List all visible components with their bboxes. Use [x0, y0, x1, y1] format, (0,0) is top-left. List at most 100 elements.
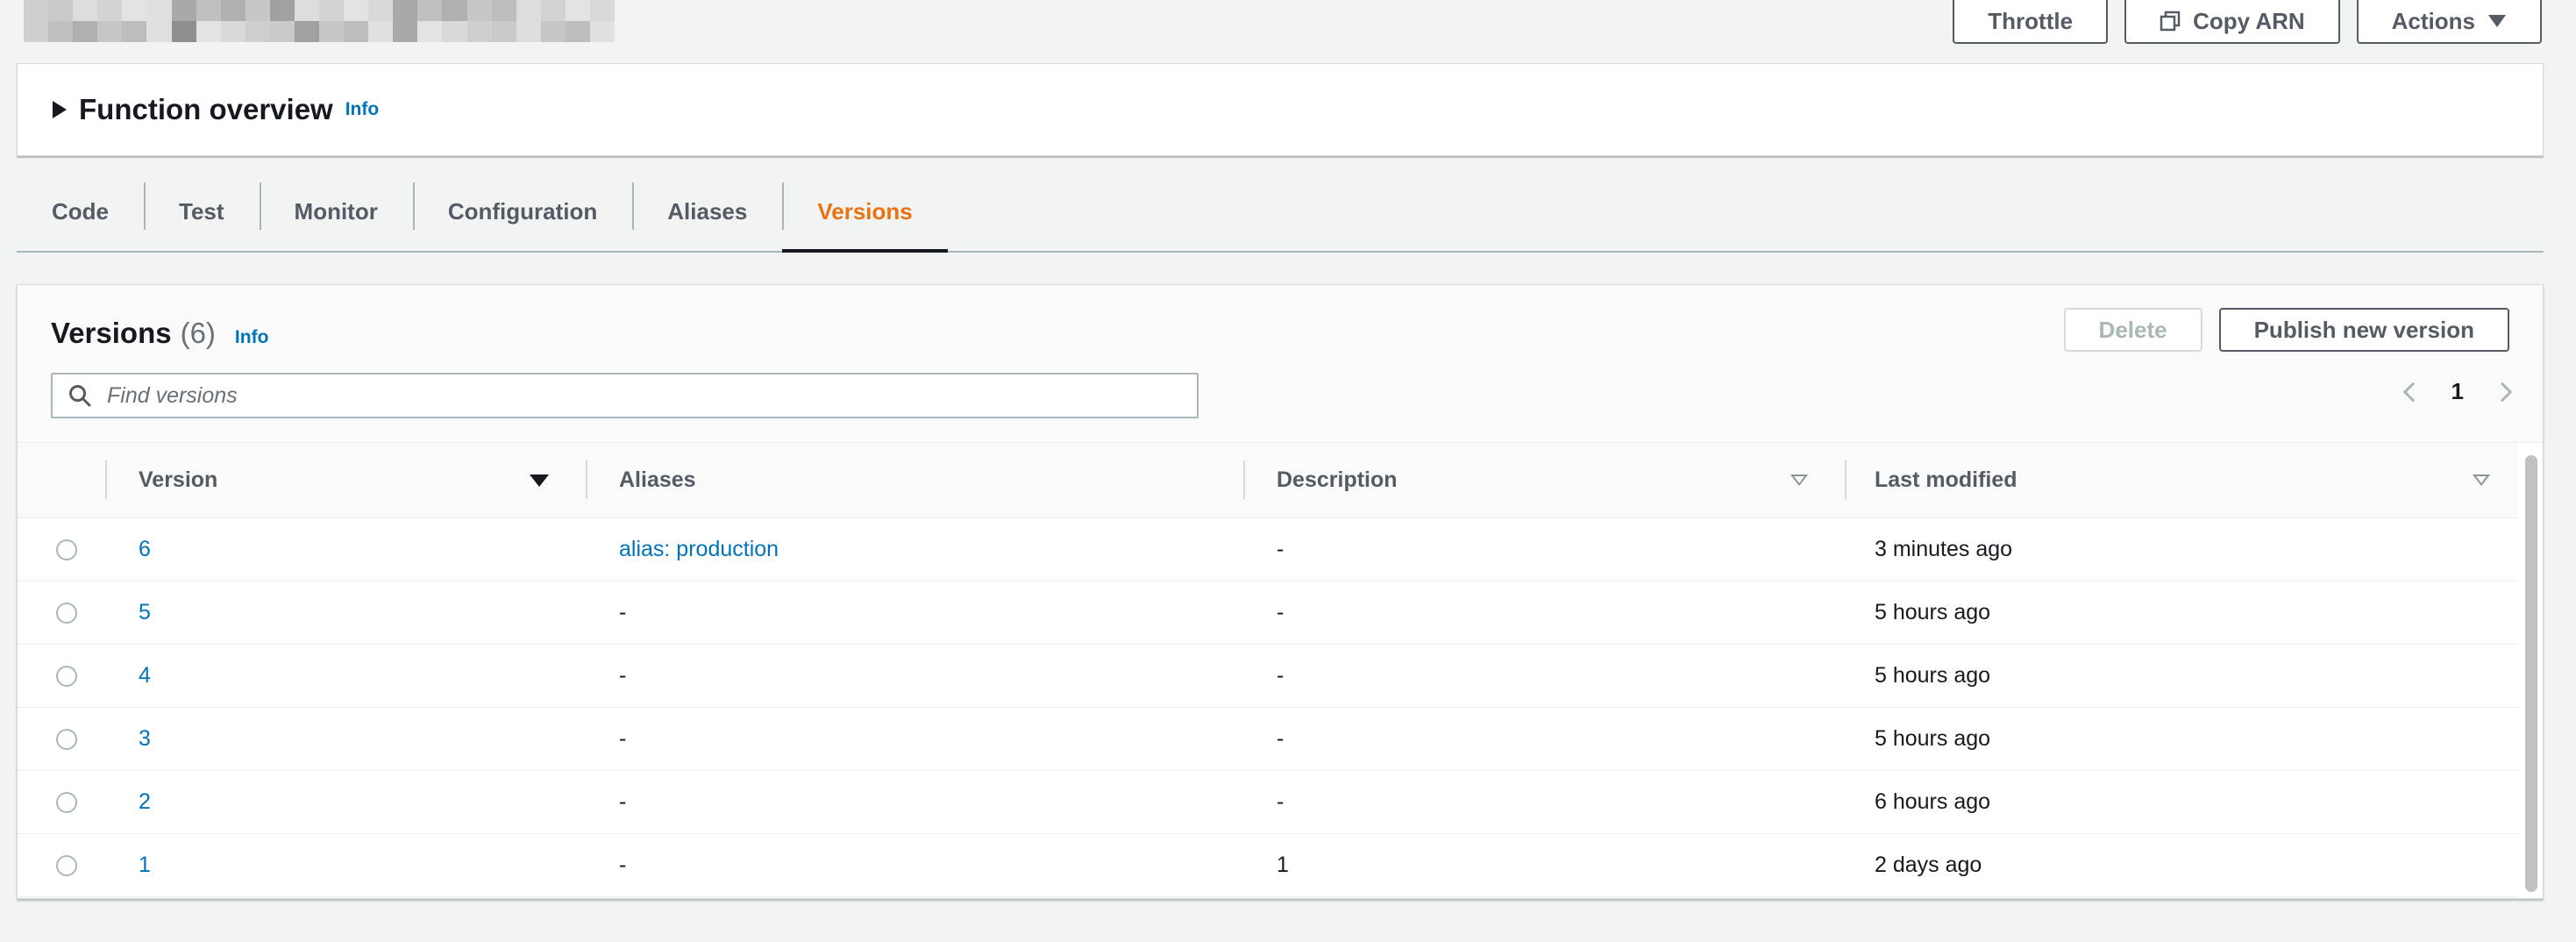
versions-title: Versions [51, 317, 172, 349]
redacted-pixel [245, 0, 270, 21]
previous-page-icon[interactable] [2402, 382, 2423, 402]
copy-arn-button-label: Copy ARN [2193, 7, 2305, 34]
description-value: - [1277, 537, 1284, 561]
last-modified-cell: 2 days ago [1845, 834, 2518, 896]
row-select-radio[interactable] [56, 728, 77, 750]
versions-panel-header: Versions (6) Info Delete Publish new ver… [18, 285, 2543, 443]
versions-info-link[interactable]: Info [235, 327, 268, 348]
scrollbar-thumb[interactable] [2525, 455, 2537, 892]
current-page-number[interactable]: 1 [2451, 378, 2464, 405]
aliases-value: - [619, 726, 627, 751]
copy-arn-button[interactable]: Copy ARN [2124, 0, 2340, 44]
redacted-pixel [466, 0, 492, 21]
row-select-cell [18, 645, 105, 707]
description-cell: - [1243, 582, 1845, 644]
redacted-pixel [368, 21, 394, 42]
version-link[interactable]: 6 [139, 537, 151, 562]
function-overview-panel[interactable]: Function overview Info [17, 63, 2544, 156]
aliases-value: - [619, 789, 627, 814]
redacted-pixel [344, 0, 369, 21]
last-modified-value: 5 hours ago [1875, 600, 1991, 624]
table-row: 1 - 1 2 days ago [18, 834, 2518, 897]
redacted-pixel [565, 0, 590, 21]
caret-down-icon [2488, 15, 2506, 27]
table-scrollbar[interactable] [2522, 448, 2541, 896]
redacted-pixel [417, 21, 443, 42]
table-header: Version Aliases Description Last modifie… [18, 443, 2518, 518]
throttle-button[interactable]: Throttle [1953, 0, 2109, 44]
redacted-pixel [319, 0, 345, 21]
redacted-pixel [269, 0, 295, 21]
aliases-cell: alias: production [586, 518, 1243, 581]
tab-code[interactable]: Code [17, 172, 144, 251]
last-modified-column-header[interactable]: Last modified [1845, 443, 2518, 517]
description-cell: - [1243, 645, 1845, 707]
last-modified-value: 5 hours ago [1875, 726, 1991, 751]
version-cell: 5 [105, 582, 586, 644]
alias-link[interactable]: alias: production [619, 537, 779, 562]
description-column-header[interactable]: Description [1243, 443, 1845, 517]
next-page-icon[interactable] [2492, 382, 2513, 402]
redacted-pixel [245, 21, 270, 42]
tab-monitor[interactable]: Monitor [259, 172, 413, 251]
redacted-pixel [368, 0, 394, 21]
function-actions-bar: Throttle Copy ARN Actions [1953, 0, 2542, 44]
redacted-pixel [491, 0, 516, 21]
description-value: - [1277, 663, 1284, 688]
delete-button[interactable]: Delete [2063, 308, 2202, 352]
version-column-header[interactable]: Version [105, 443, 586, 517]
table-row: 6 alias: production - 3 minutes ago [18, 518, 2518, 582]
description-cell: - [1243, 708, 1845, 770]
redacted-pixel [442, 0, 467, 21]
version-link[interactable]: 4 [139, 663, 151, 689]
select-column-header [18, 443, 105, 517]
version-cell: 6 [105, 518, 586, 581]
last-modified-value: 5 hours ago [1875, 663, 1991, 688]
row-select-cell [18, 708, 105, 770]
version-link[interactable]: 2 [139, 789, 151, 815]
last-modified-cell: 3 minutes ago [1845, 518, 2518, 581]
row-select-radio[interactable] [56, 791, 77, 813]
row-select-radio[interactable] [56, 854, 77, 876]
last-modified-cell: 5 hours ago [1845, 582, 2518, 644]
version-link[interactable]: 3 [139, 726, 151, 752]
table-row: 4 - - 5 hours ago [18, 645, 2518, 708]
search-input[interactable] [107, 375, 1197, 417]
redacted-pixel [491, 21, 516, 42]
tab-test[interactable]: Test [144, 172, 260, 251]
redacted-pixel [122, 0, 147, 21]
last-modified-value: 3 minutes ago [1875, 537, 2013, 561]
publish-button-label: Publish new version [2253, 316, 2474, 343]
redacted-pixel [122, 21, 147, 42]
version-link[interactable]: 1 [139, 853, 151, 878]
tab-aliases[interactable]: Aliases [632, 172, 782, 251]
description-header-label: Description [1277, 467, 1398, 492]
redacted-pixel [393, 0, 418, 21]
row-select-radio[interactable] [56, 665, 77, 687]
sort-icon[interactable] [1790, 475, 1808, 486]
redacted-pixel [565, 21, 590, 42]
redacted-pixel [196, 21, 221, 42]
publish-new-version-button[interactable]: Publish new version [2218, 308, 2509, 352]
expand-caret-icon[interactable] [53, 101, 67, 118]
description-cell: - [1243, 518, 1845, 581]
actions-dropdown-button[interactable]: Actions [2356, 0, 2542, 44]
version-cell: 4 [105, 645, 586, 707]
actions-button-label: Actions [2391, 7, 2475, 34]
redacted-pixel [393, 21, 418, 42]
last-modified-cell: 5 hours ago [1845, 708, 2518, 770]
version-link[interactable]: 5 [139, 600, 151, 625]
row-select-radio[interactable] [56, 602, 77, 624]
last-modified-header-label: Last modified [1875, 467, 2017, 492]
aliases-header-label: Aliases [619, 467, 696, 492]
redacted-pixel [417, 0, 443, 21]
sort-icon[interactable] [2473, 475, 2490, 486]
redacted-pixel [294, 21, 319, 42]
tab-configuration[interactable]: Configuration [412, 172, 632, 251]
row-select-radio[interactable] [56, 539, 77, 560]
tab-versions[interactable]: Versions [782, 172, 949, 253]
aliases-value: - [619, 663, 627, 688]
sort-descending-icon[interactable] [530, 474, 549, 487]
row-select-cell [18, 834, 105, 896]
function-overview-info-link[interactable]: Info [345, 99, 379, 120]
